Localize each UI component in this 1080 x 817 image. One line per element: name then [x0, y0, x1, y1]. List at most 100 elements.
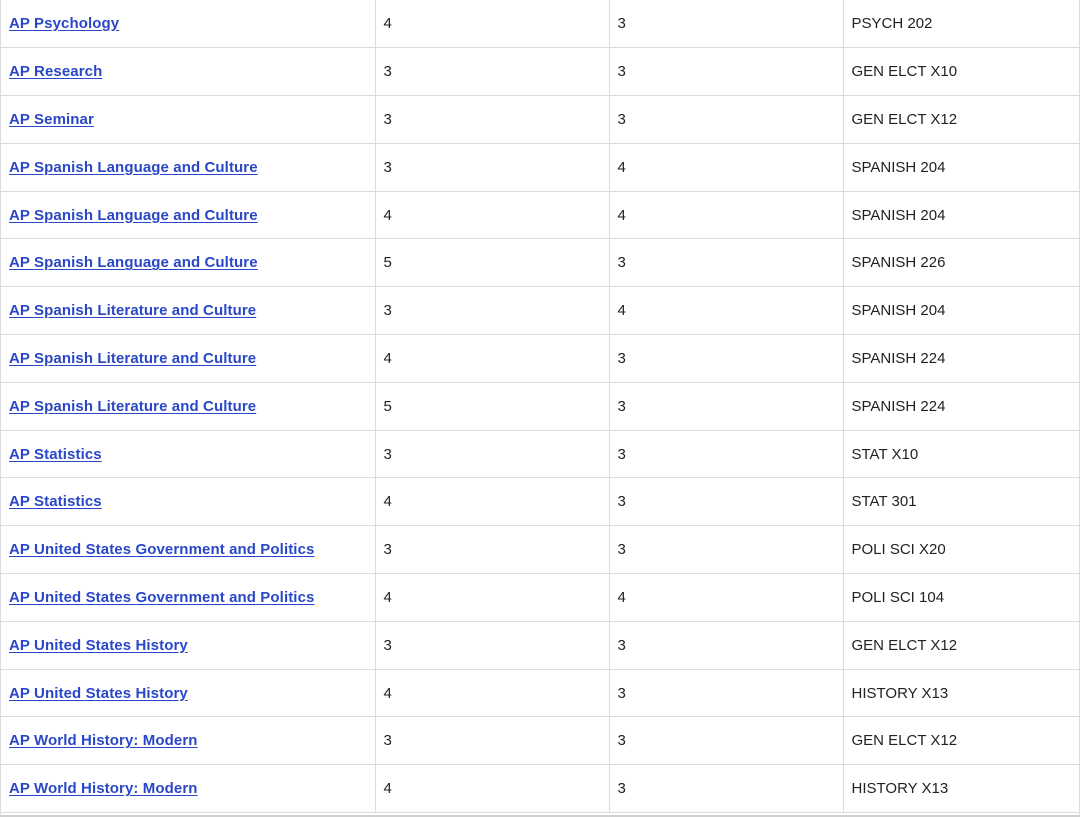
- credits-cell: 3: [609, 238, 844, 288]
- credits-cell: 4: [609, 143, 844, 192]
- equivalent-course-cell: GEN ELCT X12: [843, 95, 1079, 144]
- course-link[interactable]: AP World History: Modern: [9, 732, 198, 749]
- course-cell: AP Seminar: [1, 95, 376, 144]
- table-row: AP Spanish Language and Culture 4 4 SPANISH…: [1, 191, 1079, 240]
- ap-credit-table-container: AP Psychology 4 3 PSYCH 202 AP Research 3 3 GEN…: [0, 0, 1080, 817]
- equivalent-course-cell: POLI SCI 104: [843, 573, 1079, 622]
- score-cell: 4: [375, 477, 610, 527]
- table-row: AP Statistics 4 3 STAT 301: [1, 477, 1079, 527]
- course-cell: AP Spanish Literature and Culture: [1, 334, 376, 383]
- score-cell: 4: [375, 191, 610, 240]
- score-cell: 3: [375, 716, 610, 766]
- course-cell: AP Research: [1, 47, 376, 97]
- credits-cell: 3: [609, 525, 844, 575]
- course-cell: AP United States Government and Politics: [1, 525, 376, 575]
- score-cell: 4: [375, 669, 610, 718]
- course-link[interactable]: AP United States Government and Politics: [9, 541, 314, 558]
- score-cell: 4: [375, 573, 610, 622]
- equivalent-course-cell: SPANISH 224: [843, 334, 1079, 383]
- equivalent-course-cell: GEN ELCT X10: [843, 47, 1079, 97]
- table-row: AP Spanish Literature and Culture 5 3 SPANI…: [1, 382, 1079, 431]
- ap-credit-table: AP Psychology 4 3 PSYCH 202 AP Research 3 3 GEN…: [1, 0, 1079, 814]
- course-cell: AP Statistics: [1, 477, 376, 527]
- score-cell: 4: [375, 0, 610, 49]
- equivalent-course-cell: GEN ELCT X12: [843, 716, 1079, 766]
- table-row: AP World History: Modern 4 3 HISTORY X13: [1, 764, 1079, 814]
- course-cell: AP United States History: [1, 669, 376, 718]
- course-cell: AP Spanish Literature and Culture: [1, 286, 376, 336]
- course-cell: AP Spanish Language and Culture: [1, 143, 376, 192]
- course-link[interactable]: AP Statistics: [9, 493, 102, 510]
- credits-cell: 3: [609, 0, 844, 49]
- score-cell: 5: [375, 382, 610, 431]
- equivalent-course-cell: PSYCH 202: [843, 0, 1079, 49]
- table-row: AP United States History 3 3 GEN ELCT X12: [1, 621, 1079, 670]
- credits-cell: 4: [609, 286, 844, 336]
- equivalent-course-cell: SPANISH 204: [843, 143, 1079, 192]
- credits-cell: 3: [609, 716, 844, 766]
- course-cell: AP Spanish Language and Culture: [1, 238, 376, 288]
- equivalent-course-cell: SPANISH 226: [843, 238, 1079, 288]
- course-link[interactable]: AP United States History: [9, 637, 188, 654]
- equivalent-course-cell: HISTORY X13: [843, 669, 1079, 718]
- credits-cell: 4: [609, 191, 844, 240]
- score-cell: 3: [375, 621, 610, 670]
- score-cell: 4: [375, 334, 610, 383]
- credits-cell: 3: [609, 621, 844, 670]
- course-link[interactable]: AP Psychology: [9, 15, 119, 32]
- course-link[interactable]: AP Spanish Language and Culture: [9, 207, 258, 224]
- equivalent-course-cell: STAT X10: [843, 430, 1079, 479]
- equivalent-course-cell: SPANISH 204: [843, 286, 1079, 336]
- score-cell: 3: [375, 286, 610, 336]
- score-cell: 3: [375, 143, 610, 192]
- course-link[interactable]: AP United States History: [9, 685, 188, 702]
- course-link[interactable]: AP Spanish Literature and Culture: [9, 302, 256, 319]
- table-row: AP United States History 4 3 HISTORY X13: [1, 669, 1079, 718]
- course-cell: AP United States Government and Politics: [1, 573, 376, 622]
- credits-cell: 3: [609, 430, 844, 479]
- course-link[interactable]: AP Research: [9, 63, 102, 80]
- score-cell: 3: [375, 95, 610, 144]
- table-row: AP United States Government and Politics…: [1, 573, 1079, 622]
- equivalent-course-cell: SPANISH 204: [843, 191, 1079, 240]
- course-link[interactable]: AP World History: Modern: [9, 780, 198, 797]
- course-cell: AP United States History: [1, 621, 376, 670]
- table-row: AP Research 3 3 GEN ELCT X10: [1, 47, 1079, 97]
- table-row: AP World History: Modern 3 3 GEN ELCT X12: [1, 716, 1079, 766]
- course-cell: AP Psychology: [1, 0, 376, 49]
- equivalent-course-cell: POLI SCI X20: [843, 525, 1079, 575]
- table-row: AP Spanish Literature and Culture 3 4 SPANI…: [1, 286, 1079, 336]
- score-cell: 4: [375, 764, 610, 814]
- course-cell: AP Statistics: [1, 430, 376, 479]
- course-cell: AP Spanish Language and Culture: [1, 191, 376, 240]
- score-cell: 5: [375, 238, 610, 288]
- score-cell: 3: [375, 47, 610, 97]
- credits-cell: 3: [609, 382, 844, 431]
- course-link[interactable]: AP United States Government and Politics: [9, 589, 314, 606]
- table-row: AP Spanish Language and Culture 5 3 SPANISH…: [1, 238, 1079, 288]
- credits-cell: 3: [609, 477, 844, 527]
- course-cell: AP World History: Modern: [1, 764, 376, 814]
- credits-cell: 3: [609, 95, 844, 144]
- course-link[interactable]: AP Seminar: [9, 111, 94, 128]
- course-link[interactable]: AP Statistics: [9, 446, 102, 463]
- equivalent-course-cell: STAT 301: [843, 477, 1079, 527]
- course-link[interactable]: AP Spanish Language and Culture: [9, 159, 258, 176]
- table-row: AP Psychology 4 3 PSYCH 202: [1, 0, 1079, 49]
- course-link[interactable]: AP Spanish Literature and Culture: [9, 350, 256, 367]
- table-row: AP Statistics 3 3 STAT X10: [1, 430, 1079, 479]
- equivalent-course-cell: SPANISH 224: [843, 382, 1079, 431]
- credits-cell: 3: [609, 47, 844, 97]
- credits-cell: 4: [609, 573, 844, 622]
- equivalent-course-cell: HISTORY X13: [843, 764, 1079, 814]
- equivalent-course-cell: GEN ELCT X12: [843, 621, 1079, 670]
- score-cell: 3: [375, 525, 610, 575]
- credits-cell: 3: [609, 669, 844, 718]
- table-body: AP Psychology 4 3 PSYCH 202 AP Research 3 3 GEN…: [1, 0, 1079, 814]
- course-link[interactable]: AP Spanish Literature and Culture: [9, 398, 256, 415]
- score-cell: 3: [375, 430, 610, 479]
- credits-cell: 3: [609, 764, 844, 814]
- table-row: AP Spanish Literature and Culture 4 3 SPANI…: [1, 334, 1079, 383]
- course-cell: AP World History: Modern: [1, 716, 376, 766]
- course-link[interactable]: AP Spanish Language and Culture: [9, 254, 258, 271]
